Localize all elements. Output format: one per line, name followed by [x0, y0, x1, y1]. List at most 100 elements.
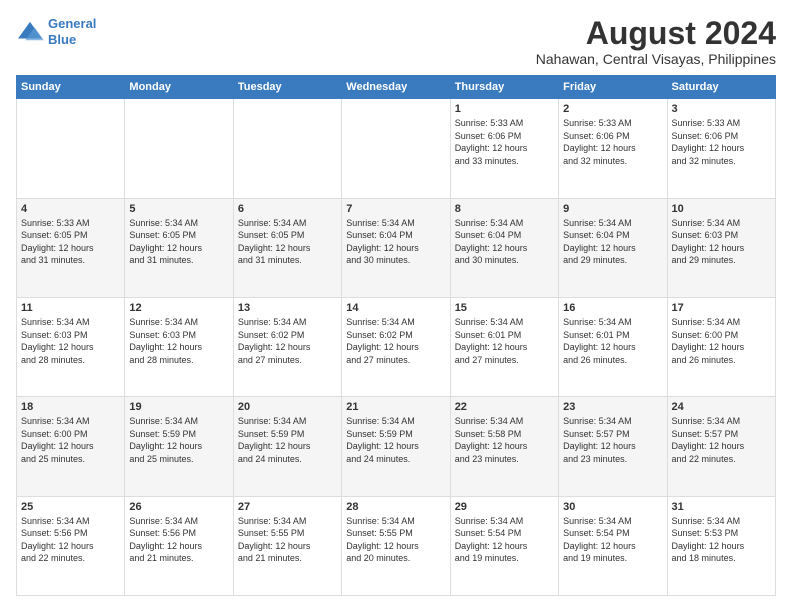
day-number: 11 — [21, 302, 120, 314]
calendar-cell: 12 Sunrise: 5:34 AM Sunset: 6:03 PM Dayli… — [125, 297, 233, 396]
day-number: 22 — [455, 401, 554, 413]
day-content: Sunrise: 5:34 AM Sunset: 6:05 PM Dayligh… — [238, 217, 337, 267]
day-content: Sunrise: 5:34 AM Sunset: 6:01 PM Dayligh… — [455, 316, 554, 366]
day-content: Sunrise: 5:34 AM Sunset: 5:55 PM Dayligh… — [238, 515, 337, 565]
calendar-cell: 23 Sunrise: 5:34 AM Sunset: 5:57 PM Dayli… — [559, 397, 667, 496]
day-content: Sunrise: 5:34 AM Sunset: 5:58 PM Dayligh… — [455, 415, 554, 465]
calendar-cell — [342, 99, 450, 198]
day-content: Sunrise: 5:34 AM Sunset: 6:00 PM Dayligh… — [672, 316, 771, 366]
logo-text: General Blue — [48, 16, 96, 47]
day-number: 25 — [21, 501, 120, 513]
page: General Blue August 2024 Nahawan, Centra… — [0, 0, 792, 612]
calendar-cell: 25 Sunrise: 5:34 AM Sunset: 5:56 PM Dayli… — [17, 496, 125, 595]
day-number: 28 — [346, 501, 445, 513]
week-row-5: 25 Sunrise: 5:34 AM Sunset: 5:56 PM Dayli… — [17, 496, 776, 595]
day-number: 29 — [455, 501, 554, 513]
logo-icon — [16, 20, 44, 44]
day-number: 17 — [672, 302, 771, 314]
calendar-table: SundayMondayTuesdayWednesdayThursdayFrid… — [16, 75, 776, 596]
day-content: Sunrise: 5:34 AM Sunset: 6:04 PM Dayligh… — [563, 217, 662, 267]
day-content: Sunrise: 5:34 AM Sunset: 5:54 PM Dayligh… — [455, 515, 554, 565]
day-content: Sunrise: 5:34 AM Sunset: 6:00 PM Dayligh… — [21, 415, 120, 465]
calendar-cell: 31 Sunrise: 5:34 AM Sunset: 5:53 PM Dayli… — [667, 496, 775, 595]
day-number: 27 — [238, 501, 337, 513]
header-cell-sunday: Sunday — [17, 76, 125, 99]
header-cell-friday: Friday — [559, 76, 667, 99]
day-content: Sunrise: 5:34 AM Sunset: 6:02 PM Dayligh… — [238, 316, 337, 366]
header-cell-tuesday: Tuesday — [233, 76, 341, 99]
calendar-cell: 13 Sunrise: 5:34 AM Sunset: 6:02 PM Dayli… — [233, 297, 341, 396]
day-number: 12 — [129, 302, 228, 314]
calendar-cell: 16Sunrise: 5:34 AM Sunset: 6:01 PM Dayli… — [559, 297, 667, 396]
day-content: Sunrise: 5:34 AM Sunset: 5:54 PM Dayligh… — [563, 515, 662, 565]
day-number: 13 — [238, 302, 337, 314]
day-content: Sunrise: 5:34 AM Sunset: 6:05 PM Dayligh… — [129, 217, 228, 267]
day-content: Sunrise: 5:34 AM Sunset: 6:04 PM Dayligh… — [455, 217, 554, 267]
day-number: 23 — [563, 401, 662, 413]
day-content: Sunrise: 5:34 AM Sunset: 5:53 PM Dayligh… — [672, 515, 771, 565]
day-content: Sunrise: 5:34 AM Sunset: 6:02 PM Dayligh… — [346, 316, 445, 366]
calendar-cell — [17, 99, 125, 198]
day-content: Sunrise: 5:33 AM Sunset: 6:06 PM Dayligh… — [455, 117, 554, 167]
calendar-cell: 5 Sunrise: 5:34 AM Sunset: 6:05 PM Daylig… — [125, 198, 233, 297]
calendar-cell: 9 Sunrise: 5:34 AM Sunset: 6:04 PM Daylig… — [559, 198, 667, 297]
day-number: 1 — [455, 103, 554, 115]
calendar-cell: 17 Sunrise: 5:34 AM Sunset: 6:00 PM Dayli… — [667, 297, 775, 396]
calendar-cell: 27 Sunrise: 5:34 AM Sunset: 5:55 PM Dayli… — [233, 496, 341, 595]
calendar-cell: 30 Sunrise: 5:34 AM Sunset: 5:54 PM Dayli… — [559, 496, 667, 595]
calendar-cell: 22 Sunrise: 5:34 AM Sunset: 5:58 PM Dayli… — [450, 397, 558, 496]
day-number: 20 — [238, 401, 337, 413]
calendar-cell: 19 Sunrise: 5:34 AM Sunset: 5:59 PM Dayli… — [125, 397, 233, 496]
day-content: Sunrise: 5:33 AM Sunset: 6:06 PM Dayligh… — [563, 117, 662, 167]
day-content: Sunrise: 5:34 AM Sunset: 5:56 PM Dayligh… — [21, 515, 120, 565]
day-content: Sunrise: 5:34 AM Sunset: 5:57 PM Dayligh… — [563, 415, 662, 465]
day-content: Sunrise: 5:33 AM Sunset: 6:06 PM Dayligh… — [672, 117, 771, 167]
header-row: SundayMondayTuesdayWednesdayThursdayFrid… — [17, 76, 776, 99]
day-content: Sunrise: 5:34 AM Sunset: 5:59 PM Dayligh… — [129, 415, 228, 465]
calendar-cell: 3 Sunrise: 5:33 AM Sunset: 6:06 PM Daylig… — [667, 99, 775, 198]
day-content: Sunrise: 5:34 AM Sunset: 6:03 PM Dayligh… — [672, 217, 771, 267]
day-number: 30 — [563, 501, 662, 513]
week-row-1: 1 Sunrise: 5:33 AM Sunset: 6:06 PM Daylig… — [17, 99, 776, 198]
day-number: 18 — [21, 401, 120, 413]
calendar-cell: 11Sunrise: 5:34 AM Sunset: 6:03 PM Dayli… — [17, 297, 125, 396]
week-row-4: 18 Sunrise: 5:34 AM Sunset: 6:00 PM Dayli… — [17, 397, 776, 496]
day-number: 26 — [129, 501, 228, 513]
day-number: 31 — [672, 501, 771, 513]
calendar-cell: 1 Sunrise: 5:33 AM Sunset: 6:06 PM Daylig… — [450, 99, 558, 198]
title-block: August 2024 Nahawan, Central Visayas, Ph… — [536, 16, 776, 67]
calendar-subtitle: Nahawan, Central Visayas, Philippines — [536, 51, 776, 67]
calendar-cell — [233, 99, 341, 198]
calendar-cell: 24 Sunrise: 5:34 AM Sunset: 5:57 PM Dayli… — [667, 397, 775, 496]
calendar-cell: 21Sunrise: 5:34 AM Sunset: 5:59 PM Dayli… — [342, 397, 450, 496]
header-cell-monday: Monday — [125, 76, 233, 99]
header: General Blue August 2024 Nahawan, Centra… — [16, 16, 776, 67]
day-number: 5 — [129, 203, 228, 215]
calendar-cell: 14Sunrise: 5:34 AM Sunset: 6:02 PM Dayli… — [342, 297, 450, 396]
header-cell-thursday: Thursday — [450, 76, 558, 99]
logo-line1: General — [48, 16, 96, 31]
day-number: 24 — [672, 401, 771, 413]
day-number: 9 — [563, 203, 662, 215]
calendar-title: August 2024 — [536, 16, 776, 51]
day-number: 3 — [672, 103, 771, 115]
day-number: 16 — [563, 302, 662, 314]
calendar-cell: 29 Sunrise: 5:34 AM Sunset: 5:54 PM Dayli… — [450, 496, 558, 595]
day-content: Sunrise: 5:34 AM Sunset: 6:03 PM Dayligh… — [129, 316, 228, 366]
calendar-cell: 7Sunrise: 5:34 AM Sunset: 6:04 PM Daylig… — [342, 198, 450, 297]
calendar-cell: 10 Sunrise: 5:34 AM Sunset: 6:03 PM Dayli… — [667, 198, 775, 297]
calendar-cell: 20Sunrise: 5:34 AM Sunset: 5:59 PM Dayli… — [233, 397, 341, 496]
day-number: 8 — [455, 203, 554, 215]
calendar-cell: 26Sunrise: 5:34 AM Sunset: 5:56 PM Dayli… — [125, 496, 233, 595]
week-row-3: 11 Sunrise: 5:34 AM Sunset: 6:03 PM Dayli… — [17, 297, 776, 396]
day-content: Sunrise: 5:34 AM Sunset: 6:04 PM Dayligh… — [346, 217, 445, 267]
day-number: 10 — [672, 203, 771, 215]
calendar-cell: 15Sunrise: 5:34 AM Sunset: 6:01 PM Dayli… — [450, 297, 558, 396]
day-content: Sunrise: 5:34 AM Sunset: 5:57 PM Dayligh… — [672, 415, 771, 465]
day-number: 2 — [563, 103, 662, 115]
calendar-cell: 2 Sunrise: 5:33 AM Sunset: 6:06 PM Daylig… — [559, 99, 667, 198]
logo-line2: Blue — [48, 32, 76, 47]
day-number: 21 — [346, 401, 445, 413]
day-number: 19 — [129, 401, 228, 413]
day-number: 4 — [21, 203, 120, 215]
